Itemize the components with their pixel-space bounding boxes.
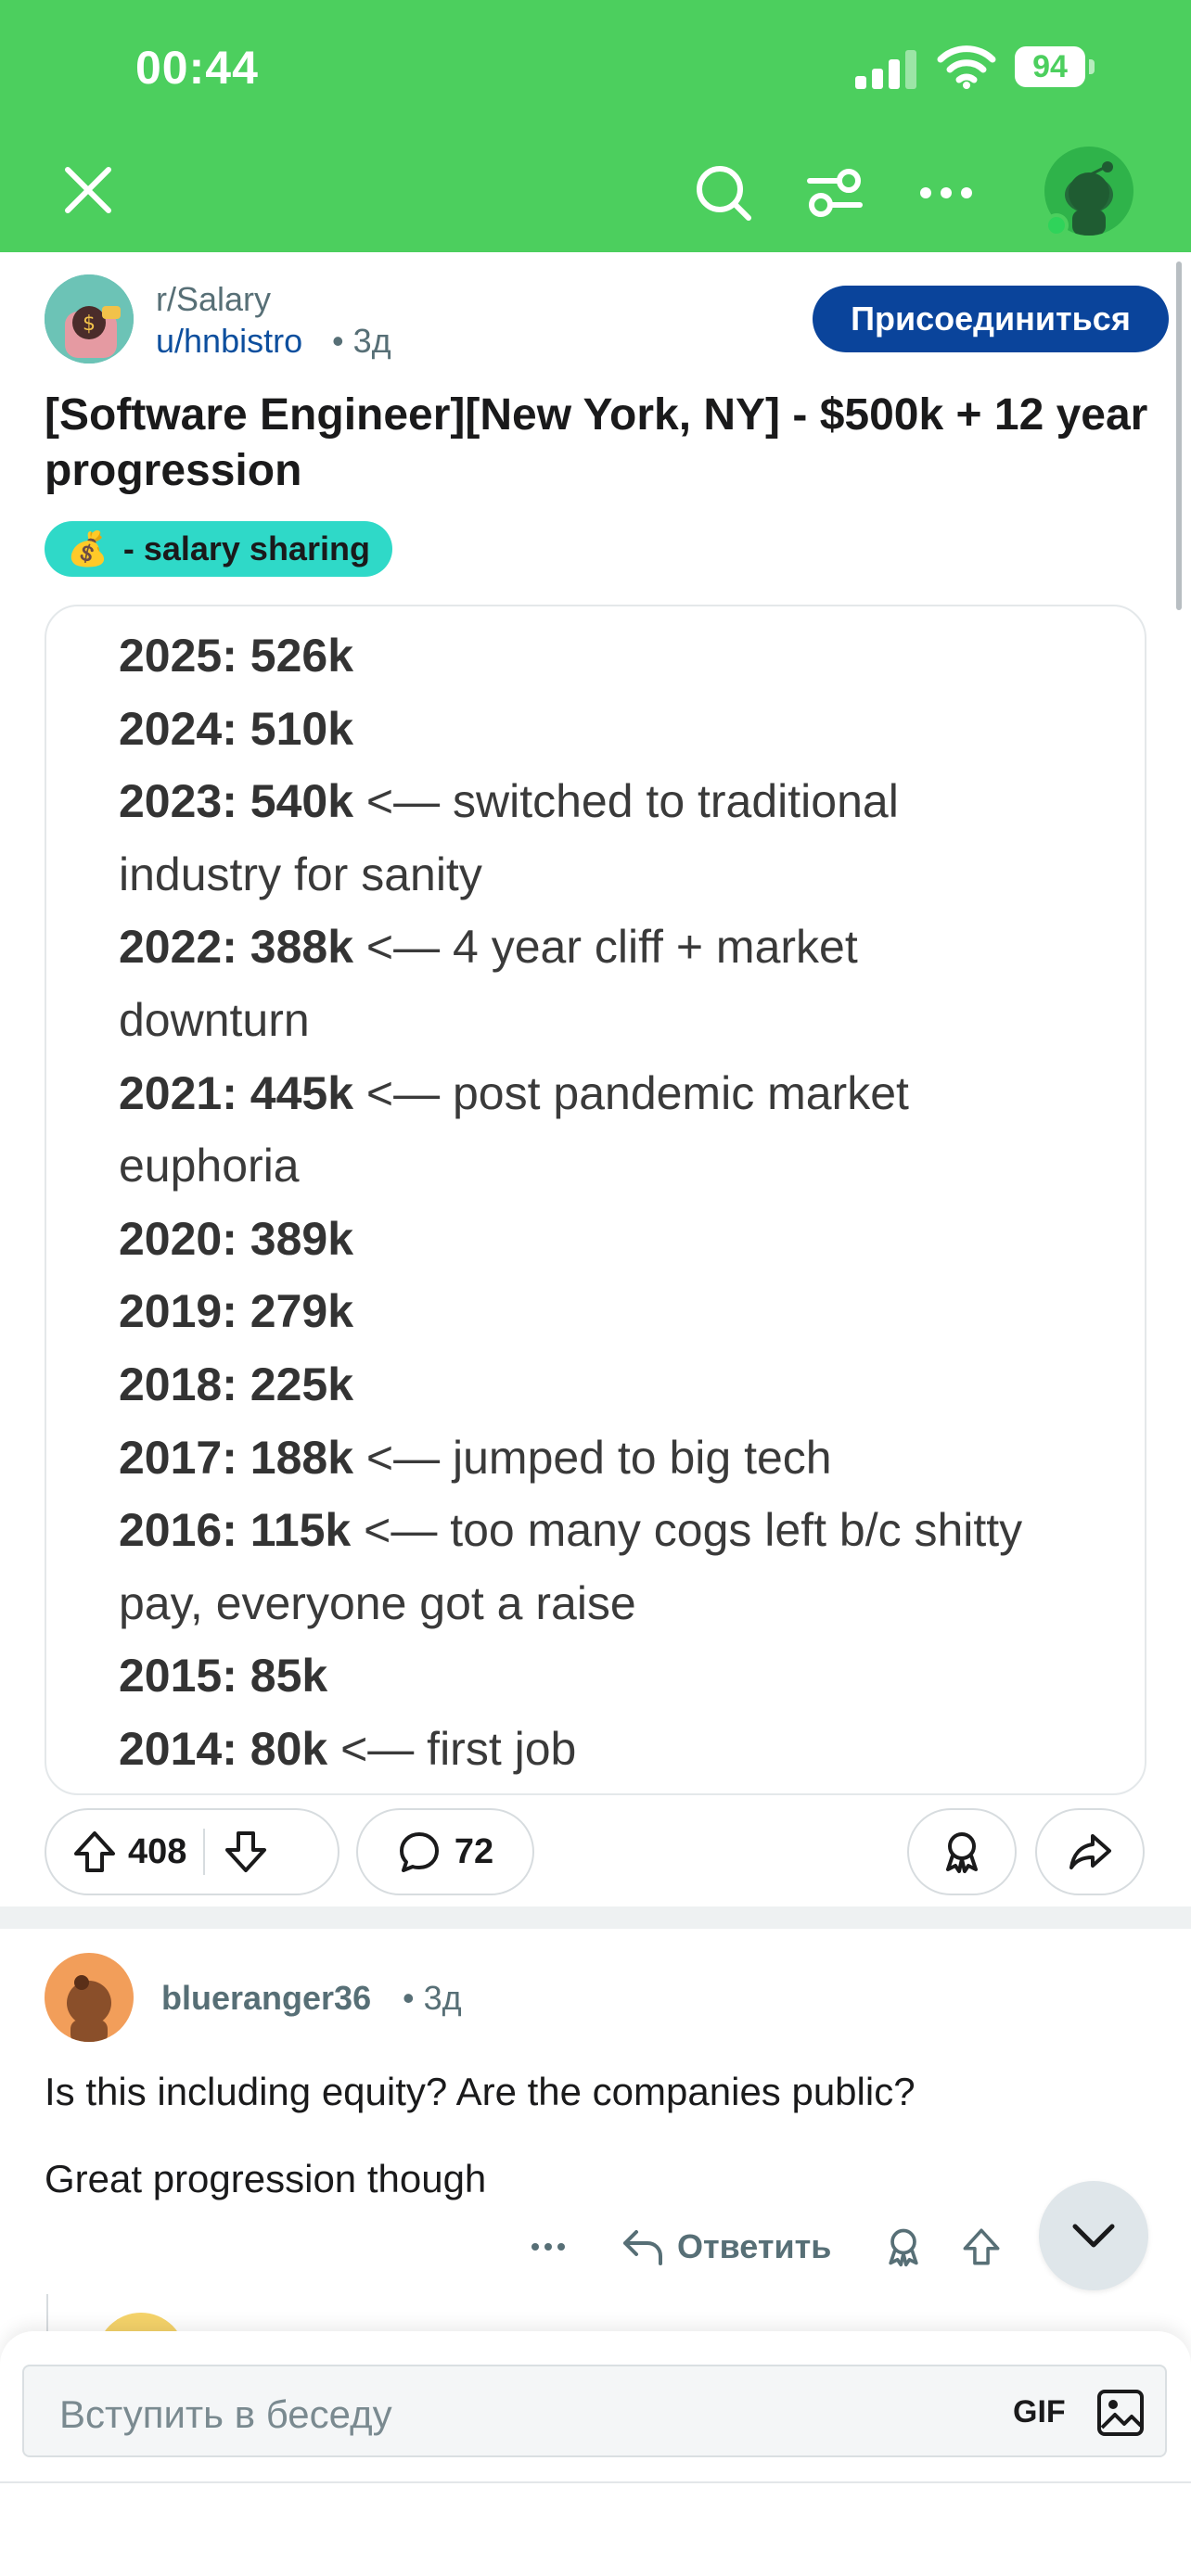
comment-avatar[interactable] bbox=[45, 1953, 134, 2042]
filter-icon[interactable] bbox=[798, 156, 872, 230]
salary-year-value: 2023: 540k bbox=[119, 775, 354, 828]
comment-time: • 3д bbox=[403, 1979, 462, 2017]
salary-year-value: 2014: 80k bbox=[119, 1722, 328, 1775]
comments-button[interactable]: 72 bbox=[356, 1808, 534, 1895]
comment-author[interactable]: blueranger36 bbox=[161, 1979, 371, 2018]
salary-line: 2019: 279k bbox=[119, 1275, 1102, 1348]
post-author[interactable]: u/hnbistro bbox=[156, 322, 302, 361]
reply-icon bbox=[620, 2226, 664, 2267]
post-flair[interactable]: 💰 - salary sharing bbox=[45, 521, 392, 577]
comment-count: 72 bbox=[454, 1831, 494, 1871]
vote-count: 408 bbox=[128, 1831, 187, 1871]
salary-line: 2021: 445k <— post pandemic market bbox=[119, 1057, 1102, 1130]
battery-icon bbox=[1089, 59, 1095, 74]
salary-year-value: 2019: 279k bbox=[119, 1285, 354, 1338]
comment-icon bbox=[397, 1830, 442, 1874]
salary-note: downturn bbox=[119, 993, 310, 1046]
award-icon bbox=[939, 1829, 985, 1875]
section-divider bbox=[0, 1906, 1191, 1929]
upvote-icon[interactable] bbox=[954, 2219, 1009, 2275]
post-screen: 00:44 94 $ r/Salary u/hnbistro • 3д Прис… bbox=[0, 0, 1191, 2576]
salary-line: 2014: 80k <— first job bbox=[119, 1713, 1102, 1786]
top-bar bbox=[0, 0, 1191, 252]
salary-line: 2025: 526k bbox=[119, 619, 1102, 693]
composer-divider bbox=[0, 2481, 1191, 2483]
more-horizontal-icon[interactable] bbox=[909, 156, 983, 230]
salary-line: industry for sanity bbox=[119, 838, 1102, 912]
subreddit-avatar[interactable]: $ bbox=[45, 274, 134, 363]
flair-text: - salary sharing bbox=[122, 529, 370, 567]
comment-input[interactable]: Вступить в беседу GIF bbox=[22, 2365, 1167, 2457]
salary-line: 2016: 115k <— too many cogs left b/c shi… bbox=[119, 1494, 1102, 1567]
salary-note: industry for sanity bbox=[119, 848, 482, 900]
salary-year-value: 2025: 526k bbox=[119, 630, 354, 682]
share-button[interactable] bbox=[1035, 1808, 1145, 1895]
salary-line: 2020: 389k bbox=[119, 1203, 1102, 1276]
salary-line: 2024: 510k bbox=[119, 693, 1102, 766]
svg-text:$: $ bbox=[83, 312, 96, 336]
image-icon[interactable] bbox=[1095, 2387, 1146, 2439]
award-button[interactable] bbox=[907, 1808, 1017, 1895]
reply-button[interactable]: Ответить bbox=[620, 2226, 831, 2267]
post-time: • 3д bbox=[332, 322, 391, 360]
search-icon[interactable] bbox=[686, 156, 761, 230]
comment-text-line: Great progression though bbox=[45, 2157, 487, 2200]
salary-note: <— switched to traditional bbox=[353, 775, 899, 828]
wifi-icon bbox=[937, 43, 996, 89]
vote-divider bbox=[203, 1829, 206, 1875]
more-horizontal-icon[interactable] bbox=[519, 2219, 577, 2275]
upvote-icon[interactable] bbox=[70, 1828, 119, 1876]
salary-year-value: 2020: 389k bbox=[119, 1212, 354, 1265]
reply-label: Ответить bbox=[677, 2227, 832, 2265]
salary-line: 2017: 188k <— jumped to big tech bbox=[119, 1422, 1102, 1495]
subreddit-name[interactable]: r/Salary bbox=[156, 280, 271, 319]
salary-note: <— too many cogs left b/c shitty bbox=[351, 1504, 1023, 1557]
salary-year-value: 2017: 188k bbox=[119, 1431, 354, 1484]
cellular-signal-icon bbox=[855, 48, 920, 89]
salary-line: 2018: 225k bbox=[119, 1348, 1102, 1422]
salary-note: <— post pandemic market bbox=[353, 1066, 909, 1119]
salary-note: <— 4 year cliff + market bbox=[353, 921, 858, 974]
salary-year-value: 2024: 510k bbox=[119, 702, 354, 755]
downvote-icon[interactable] bbox=[222, 1828, 270, 1876]
vote-control: 408 bbox=[45, 1808, 339, 1895]
salary-year-value: 2015: 85k bbox=[119, 1650, 328, 1702]
salary-line: 2022: 388k <— 4 year cliff + market bbox=[119, 911, 1102, 984]
scrollbar[interactable] bbox=[1176, 261, 1182, 610]
gif-button[interactable]: GIF bbox=[1013, 2389, 1066, 2435]
salary-note: <— jumped to big tech bbox=[353, 1431, 832, 1484]
salary-line: euphoria bbox=[119, 1129, 1102, 1203]
post-image[interactable]: 2025: 526k 2024: 510k 2023: 540k <— switch… bbox=[45, 605, 1146, 1795]
salary-line: 2015: 85k bbox=[119, 1639, 1102, 1713]
salary-year-value: 2021: 445k bbox=[119, 1066, 354, 1119]
battery-level: 94 bbox=[1015, 46, 1085, 87]
money-bag-icon: 💰 bbox=[67, 529, 109, 567]
salary-line: pay, everyone got a raise bbox=[119, 1567, 1102, 1640]
comment-actions: Ответить bbox=[519, 2216, 1009, 2277]
scroll-down-button[interactable] bbox=[1039, 2181, 1148, 2290]
salary-list: 2025: 526k 2024: 510k 2023: 540k <— switch… bbox=[119, 619, 1102, 1786]
salary-year-value: 2016: 115k bbox=[119, 1504, 352, 1557]
salary-line: downturn bbox=[119, 984, 1102, 1057]
award-icon[interactable] bbox=[876, 2219, 931, 2275]
comment-input-placeholder: Вступить в беседу bbox=[59, 2392, 392, 2436]
join-button[interactable]: Присоединиться bbox=[813, 286, 1169, 352]
online-status-dot bbox=[1044, 213, 1069, 237]
salary-note: euphoria bbox=[119, 1140, 300, 1192]
salary-note: <— first job bbox=[327, 1722, 577, 1775]
close-icon[interactable] bbox=[56, 158, 121, 223]
salary-note: pay, everyone got a raise bbox=[119, 1576, 636, 1629]
post-title: [Software Engineer][New York, NY] - $500… bbox=[45, 390, 1148, 495]
chevron-down-icon bbox=[1070, 2222, 1117, 2250]
status-time: 00:44 bbox=[135, 42, 259, 94]
thread-line bbox=[46, 2294, 48, 2331]
salary-year-value: 2018: 225k bbox=[119, 1358, 354, 1410]
comment-text-line: Is this including equity? Are the compan… bbox=[45, 2070, 916, 2113]
share-icon bbox=[1067, 1829, 1113, 1875]
salary-line: 2023: 540k <— switched to traditional bbox=[119, 765, 1102, 838]
salary-year-value: 2022: 388k bbox=[119, 921, 354, 974]
